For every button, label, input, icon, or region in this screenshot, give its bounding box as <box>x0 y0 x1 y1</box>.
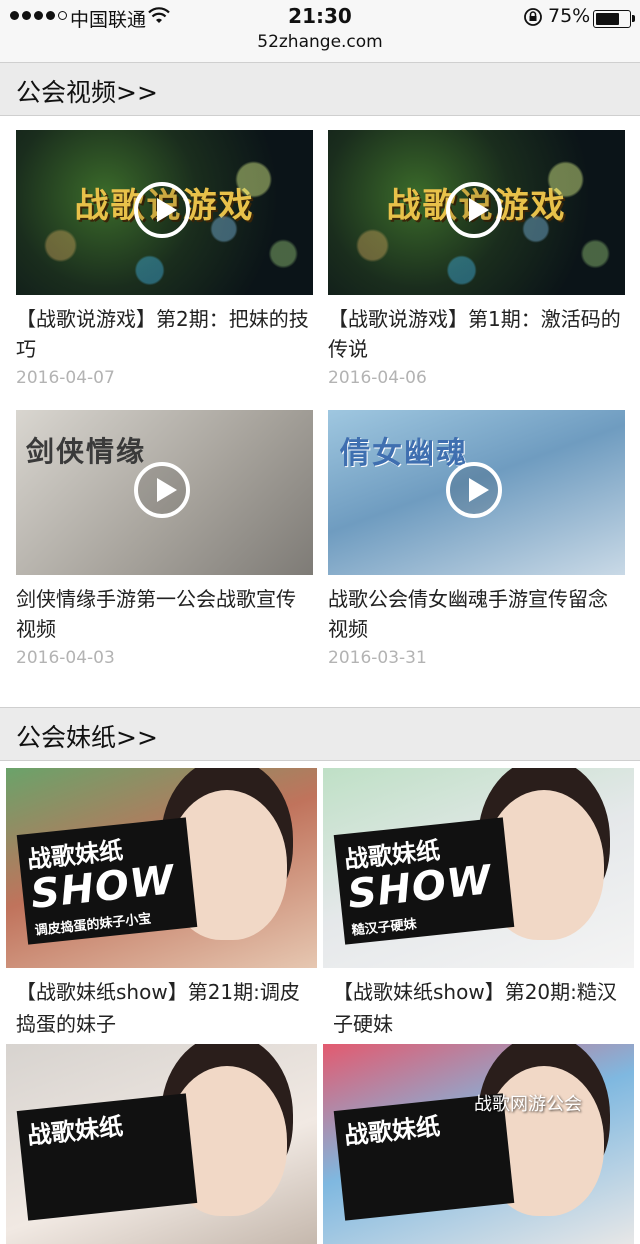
video-thumbnail[interactable]: 战歌说游戏 <box>16 130 313 295</box>
video-card[interactable]: 战歌说游戏 【战歌说游戏】第2期：把妹的技巧 2016-04-07 <box>16 130 313 388</box>
meizi-card[interactable]: 战歌妹纸 SHOW 糙汉子硬妹 【战歌妹纸show】第20期:糙汉子硬妹 <box>323 768 634 1040</box>
video-thumbnail[interactable]: 战歌说游戏 <box>328 130 625 295</box>
play-icon[interactable] <box>134 462 190 518</box>
clock-time: 21:30 <box>288 4 352 28</box>
battery-icon <box>593 10 631 28</box>
section-header-videos[interactable]: 公会视频>> <box>0 62 640 116</box>
rotation-lock-icon <box>523 7 543 31</box>
video-card[interactable]: 剑侠情缘 剑侠情缘手游第一公会战歌宣传视频 2016-04-03 <box>16 410 313 668</box>
show-logo: 战歌妹纸 SHOW 糙汉子硬妹 <box>333 817 515 945</box>
meizi-title[interactable]: 【战歌妹纸show】第21期:调皮捣蛋的妹子 <box>6 976 317 1040</box>
video-date: 2016-03-31 <box>328 648 427 668</box>
video-title[interactable]: 【战歌说游戏】第1期：激活码的传说 <box>328 304 625 364</box>
meizi-card[interactable]: 战歌妹纸 SHOW 调皮捣蛋的妹子小宝 【战歌妹纸show】第21期:调皮捣蛋的… <box>6 768 317 1040</box>
video-title[interactable]: 【战歌说游戏】第2期：把妹的技巧 <box>16 304 313 364</box>
video-date: 2016-04-03 <box>16 648 115 668</box>
video-title[interactable]: 战歌公会倩女幽魂手游宣传留念视频 <box>328 584 625 644</box>
video-thumbnail[interactable]: 剑侠情缘 <box>16 410 313 575</box>
thumbnail-text: 战歌说游戏 <box>74 186 255 226</box>
play-icon[interactable] <box>446 462 502 518</box>
video-thumbnail[interactable]: 倩女幽魂 <box>328 410 625 575</box>
section-title: 公会妹纸>> <box>16 723 158 752</box>
meizi-thumbnail[interactable]: 战歌妹纸 SHOW 糙汉子硬妹 <box>323 768 634 968</box>
play-icon[interactable] <box>134 182 190 238</box>
meizi-card[interactable]: 战歌妹纸 <box>6 1044 317 1244</box>
address-bar-url[interactable]: 52zhange.com <box>0 32 640 52</box>
video-title[interactable]: 剑侠情缘手游第一公会战歌宣传视频 <box>16 584 313 644</box>
video-date: 2016-04-06 <box>328 368 427 388</box>
section-title: 公会视频>> <box>16 78 158 107</box>
show-logo: 战歌妹纸 SHOW 调皮捣蛋的妹子小宝 <box>16 817 198 945</box>
meizi-thumbnail[interactable]: 战歌妹纸 <box>323 1044 634 1244</box>
show-logo: 战歌妹纸 <box>16 1093 198 1221</box>
meizi-thumbnail[interactable]: 战歌妹纸 <box>6 1044 317 1244</box>
video-card[interactable]: 倩女幽魂 战歌公会倩女幽魂手游宣传留念视频 2016-03-31 <box>328 410 625 668</box>
play-icon[interactable] <box>446 182 502 238</box>
section-header-meizi[interactable]: 公会妹纸>> <box>0 707 640 761</box>
meizi-title[interactable]: 【战歌妹纸show】第20期:糙汉子硬妹 <box>323 976 634 1040</box>
thumbnail-text: 战歌说游戏 <box>386 186 567 226</box>
meizi-card[interactable]: 战歌妹纸 <box>323 1044 634 1244</box>
meizi-thumbnail[interactable]: 战歌妹纸 SHOW 调皮捣蛋的妹子小宝 <box>6 768 317 968</box>
video-card[interactable]: 战歌说游戏 【战歌说游戏】第1期：激活码的传说 2016-04-06 <box>328 130 625 388</box>
battery-percent: 75% <box>548 5 591 27</box>
status-bar: 中国联通 21:30 75% 52zhange.com <box>0 0 640 63</box>
video-date: 2016-04-07 <box>16 368 115 388</box>
watermark-text: 战歌网游公会 <box>474 1094 582 1115</box>
